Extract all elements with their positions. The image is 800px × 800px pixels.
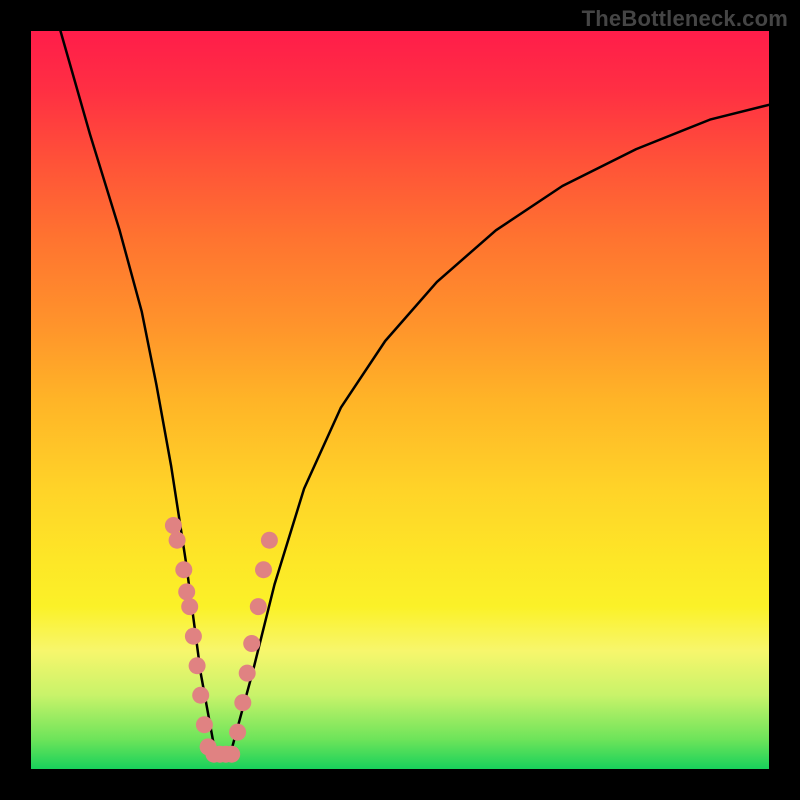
- sample-dot: [250, 598, 267, 615]
- sample-dot: [185, 628, 202, 645]
- chart-container: TheBottleneck.com: [0, 0, 800, 800]
- bottleneck-curve-path: [61, 31, 770, 754]
- sample-dot: [165, 517, 182, 534]
- sample-dot: [239, 665, 256, 682]
- sample-dot: [229, 724, 246, 741]
- sample-dot: [211, 746, 228, 763]
- bottleneck-curve: [31, 31, 769, 769]
- sample-dot: [234, 694, 251, 711]
- sample-dot: [255, 561, 272, 578]
- sample-dot: [223, 746, 240, 763]
- sample-dot: [189, 657, 206, 674]
- sample-dot: [206, 746, 223, 763]
- watermark-label: TheBottleneck.com: [582, 6, 788, 32]
- sample-dot: [169, 532, 186, 549]
- sample-dot: [196, 716, 213, 733]
- sample-dot: [192, 687, 209, 704]
- sample-dot: [217, 746, 234, 763]
- plot-area: [31, 31, 769, 769]
- sample-dot: [178, 583, 195, 600]
- sample-dot: [200, 738, 217, 755]
- sample-dot: [175, 561, 192, 578]
- sample-dot: [243, 635, 260, 652]
- sample-dot: [261, 532, 278, 549]
- sample-dot: [181, 598, 198, 615]
